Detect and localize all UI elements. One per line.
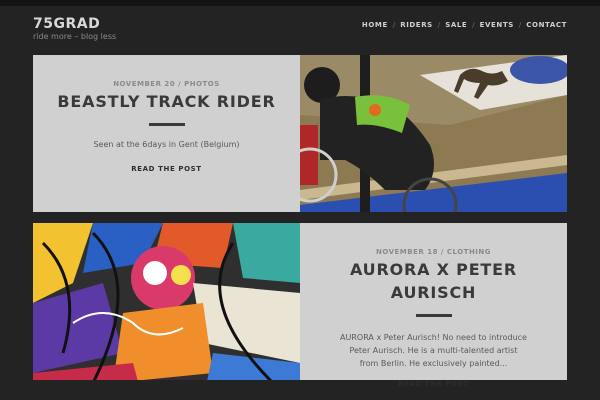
post-text-panel: NOVEMBER 20 / PHOTOS BEASTLY TRACK RIDER…: [33, 55, 300, 212]
site-tagline: ride more – blog less: [33, 32, 117, 41]
read-more-link[interactable]: READ THE POST: [33, 165, 300, 173]
site-title[interactable]: 75GRAD: [33, 16, 100, 32]
post-title[interactable]: BEASTLY TRACK RIDER: [33, 91, 300, 113]
post-meta: NOVEMBER 18 / CLOTHING: [375, 248, 492, 256]
main-nav: HOME / RIDERS / SALE / EVENTS / CONTACT: [362, 21, 567, 29]
nav-separator: /: [472, 21, 475, 29]
post-card: NOVEMBER 18 / CLOTHING AURORA X PETER AU…: [33, 223, 567, 388]
post-card: NOVEMBER 20 / PHOTOS BEASTLY TRACK RIDER…: [33, 55, 567, 212]
nav-item-home[interactable]: HOME: [362, 21, 388, 29]
nav-separator: /: [518, 21, 522, 29]
site-header: 75GRAD ride more – blog less HOME / RIDE…: [0, 6, 600, 50]
post-image[interactable]: [33, 223, 300, 380]
nav-item-contact[interactable]: CONTACT: [526, 21, 567, 29]
post-title-line-1[interactable]: AURORA X PETER: [300, 259, 567, 281]
nav-item-sale[interactable]: SALE: [445, 21, 467, 29]
title-divider: [415, 314, 452, 317]
nav-separator: /: [437, 21, 441, 29]
read-more-link[interactable]: READ THE POST: [300, 380, 567, 388]
post-excerpt: AURORA x Peter Aurisch! No need to intro…: [340, 333, 527, 368]
post-title-line-2[interactable]: AURISCH: [300, 282, 567, 304]
track-rider-photo-icon: [300, 55, 567, 212]
title-divider: [148, 123, 185, 126]
post-image[interactable]: [300, 55, 567, 212]
nav-separator: /: [392, 21, 396, 29]
post-excerpt: Seen at the 6days in Gent (Belgium): [93, 140, 240, 149]
nav-item-events[interactable]: EVENTS: [480, 21, 514, 29]
post-meta: NOVEMBER 20 / PHOTOS: [113, 80, 220, 88]
post-text-panel: NOVEMBER 18 / CLOTHING AURORA X PETER AU…: [300, 223, 567, 388]
nav-item-riders[interactable]: RIDERS: [400, 21, 433, 29]
aurisch-artwork-icon: [33, 223, 300, 380]
